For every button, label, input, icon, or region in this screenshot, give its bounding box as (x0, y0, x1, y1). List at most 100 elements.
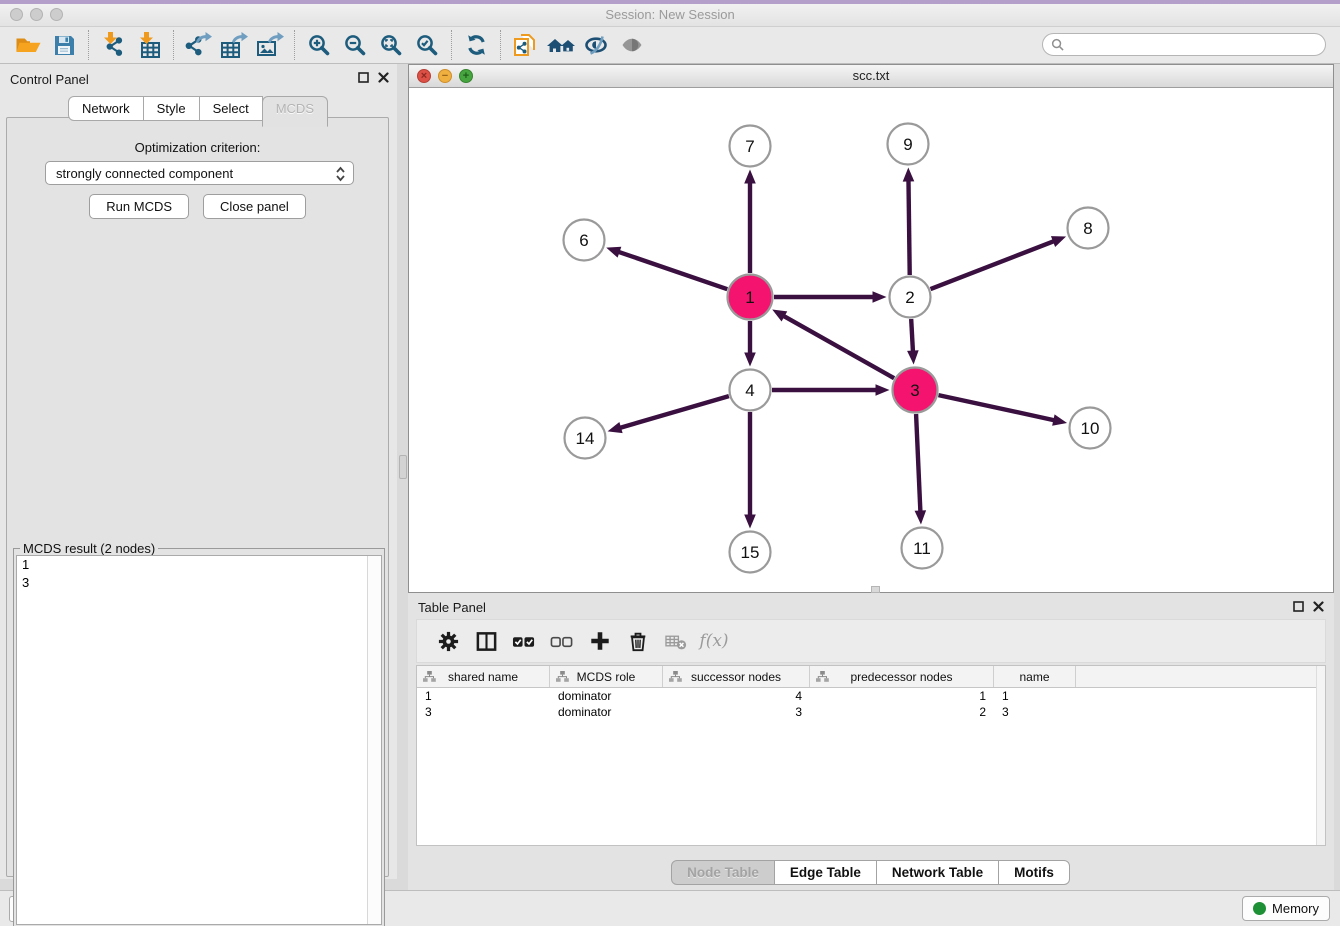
split-divider-handle[interactable] (399, 455, 407, 479)
export-image-icon[interactable] (252, 29, 288, 61)
tab-edge-table[interactable]: Edge Table (774, 860, 877, 885)
show-graphics-details-icon[interactable] (579, 29, 615, 61)
deselect-all-rows-icon[interactable] (543, 624, 581, 658)
edge-arrowhead (744, 515, 756, 529)
table-tabs: Node TableEdge TableNetwork TableMotifs (408, 860, 1334, 885)
column-header-shared-name[interactable]: shared name (417, 666, 550, 687)
cell-name[interactable]: 3 (994, 704, 1076, 720)
search-box[interactable] (1042, 33, 1326, 56)
add-column-icon[interactable] (581, 624, 619, 658)
import-table-icon[interactable] (131, 29, 167, 61)
zoom-in-icon[interactable] (301, 29, 337, 61)
node-table[interactable]: shared nameMCDS rolesuccessor nodesprede… (416, 665, 1326, 846)
result-scrollbar[interactable] (367, 556, 381, 924)
network-resize-grip[interactable] (871, 586, 880, 593)
import-network-icon[interactable] (95, 29, 131, 61)
float-panel-icon[interactable] (358, 72, 369, 83)
select-all-rows-icon[interactable] (505, 624, 543, 658)
network-window-titlebar[interactable]: × − + scc.txt (409, 65, 1333, 88)
edge-1-6[interactable] (618, 252, 728, 290)
edge-3-11[interactable] (916, 414, 920, 513)
close-table-panel-icon[interactable] (1313, 601, 1324, 612)
table-scrollbar[interactable] (1316, 666, 1325, 845)
edge-4-14[interactable] (619, 396, 729, 428)
column-header-name[interactable]: name (994, 666, 1076, 687)
column-header-successor-nodes[interactable]: successor nodes (663, 666, 810, 687)
cell-MCDS-role[interactable]: dominator (550, 704, 663, 720)
zoom-fit-icon[interactable] (373, 29, 409, 61)
cell-name[interactable]: 1 (994, 688, 1076, 704)
result-item[interactable]: 1 (17, 556, 381, 574)
edge-2-9[interactable] (908, 179, 909, 275)
optimization-criterion-select[interactable]: strongly connected component (45, 161, 354, 185)
edge-arrowhead (873, 291, 887, 303)
graph-node-label: 14 (576, 429, 595, 448)
close-panel-button[interactable]: Close panel (203, 194, 306, 219)
tab-mcds[interactable]: MCDS (262, 96, 328, 127)
cell-shared-name[interactable]: 1 (417, 688, 550, 704)
graph-node-label: 1 (745, 288, 754, 307)
toggle-panel-columns-icon[interactable] (467, 624, 505, 658)
cell-successor-nodes[interactable]: 3 (663, 704, 810, 720)
mcds-result-list[interactable]: 13 (16, 555, 382, 925)
cell-predecessor-nodes[interactable]: 2 (810, 704, 994, 720)
close-panel-icon[interactable] (378, 72, 389, 83)
export-table-icon[interactable] (216, 29, 252, 61)
mcds-result-title: MCDS result (2 nodes) (20, 541, 158, 556)
edge-2-3[interactable] (911, 319, 913, 353)
zoom-window-button[interactable] (50, 8, 63, 21)
cell-MCDS-role[interactable]: dominator (550, 688, 663, 704)
cell-shared-name[interactable]: 3 (417, 704, 550, 720)
control-panel-header: Control Panel (0, 64, 397, 94)
network-minimize-button[interactable]: − (438, 69, 452, 83)
edge-2-8[interactable] (931, 241, 1055, 289)
hide-graphics-details-icon[interactable] (615, 29, 651, 61)
table-settings-icon[interactable] (429, 624, 467, 658)
memory-button[interactable]: Memory (1242, 896, 1330, 921)
duplicate-network-icon[interactable] (507, 29, 543, 61)
main-toolbar (0, 27, 1340, 64)
delete-column-icon[interactable] (619, 624, 657, 658)
toolbar-separator (500, 30, 501, 60)
export-network-icon[interactable] (180, 29, 216, 61)
home-icon[interactable] (543, 29, 579, 61)
minimize-window-button[interactable] (30, 8, 43, 21)
network-maximize-button[interactable]: + (459, 69, 473, 83)
edge-3-10[interactable] (938, 395, 1055, 420)
open-session-icon[interactable] (10, 29, 46, 61)
window-traffic-lights[interactable] (10, 8, 63, 21)
graph-node-label: 15 (741, 543, 760, 562)
save-session-icon[interactable] (46, 29, 82, 61)
zoom-out-icon[interactable] (337, 29, 373, 61)
function-builder-icon: f(x) (695, 624, 733, 658)
tab-network[interactable]: Network (68, 96, 144, 121)
network-window-title: scc.txt (409, 65, 1333, 87)
run-mcds-button[interactable]: Run MCDS (89, 194, 189, 219)
table-row[interactable]: 3dominator323 (417, 704, 1325, 720)
tab-select[interactable]: Select (199, 96, 263, 121)
tab-node-table[interactable]: Node Table (671, 860, 775, 885)
column-header-MCDS-role[interactable]: MCDS role (550, 666, 663, 687)
edge-3-1[interactable] (783, 315, 894, 378)
table-row[interactable]: 1dominator411 (417, 688, 1325, 704)
cell-predecessor-nodes[interactable]: 1 (810, 688, 994, 704)
edge-arrowhead (915, 510, 927, 524)
refresh-layout-icon[interactable] (458, 29, 494, 61)
close-window-button[interactable] (10, 8, 23, 21)
network-close-button[interactable]: × (417, 69, 431, 83)
network-canvas[interactable]: 7968124314101511 (409, 88, 1333, 592)
graph-node-label: 8 (1083, 219, 1092, 238)
float-table-panel-icon[interactable] (1293, 601, 1304, 612)
edge-arrowhead (1052, 414, 1067, 425)
edge-arrowhead (608, 422, 623, 433)
network-graph[interactable]: 7968124314101511 (409, 88, 1333, 592)
result-item[interactable]: 3 (17, 574, 381, 592)
search-input[interactable] (1069, 37, 1325, 53)
memory-status-icon (1253, 902, 1266, 915)
tab-style[interactable]: Style (143, 96, 200, 121)
column-header-predecessor-nodes[interactable]: predecessor nodes (810, 666, 994, 687)
tab-network-table[interactable]: Network Table (876, 860, 999, 885)
tab-motifs[interactable]: Motifs (998, 860, 1070, 885)
cell-successor-nodes[interactable]: 4 (663, 688, 810, 704)
zoom-selected-icon[interactable] (409, 29, 445, 61)
